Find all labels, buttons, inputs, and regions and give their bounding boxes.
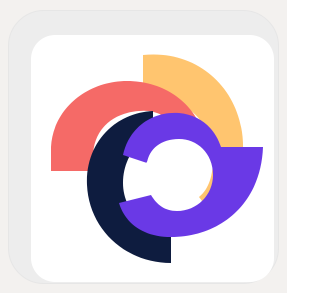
app-icon-tile[interactable] xyxy=(8,10,279,284)
swirl-logo-icon xyxy=(51,54,263,263)
center-hole xyxy=(143,151,191,199)
app-icon-face xyxy=(31,35,274,282)
